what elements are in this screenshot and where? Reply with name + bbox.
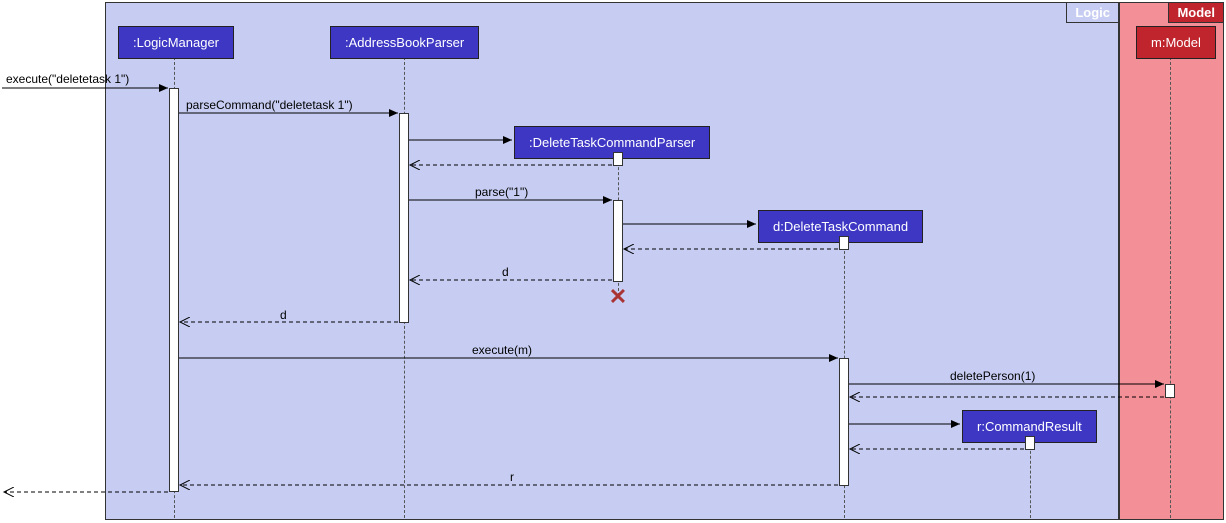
msg-execute-deletetask: execute("deletetask 1") bbox=[6, 72, 129, 86]
participant-model: m:Model bbox=[1136, 26, 1216, 59]
lifeline-model bbox=[1170, 52, 1171, 518]
msg-return-r: r bbox=[510, 470, 514, 484]
msg-return-d2: d bbox=[280, 308, 287, 322]
activation-dtc-2 bbox=[839, 358, 849, 486]
activation-dtcp-2 bbox=[613, 200, 623, 282]
msg-parse: parse("1") bbox=[475, 185, 528, 199]
activation-logicmanager bbox=[169, 88, 179, 492]
activation-cr bbox=[1025, 436, 1035, 450]
logic-frame-label: Logic bbox=[1066, 3, 1118, 23]
activation-addressbookparser bbox=[399, 113, 409, 323]
msg-execute-m: execute(m) bbox=[472, 343, 532, 357]
participant-logicmanager: :LogicManager bbox=[118, 26, 234, 59]
msg-parsecommand: parseCommand("deletetask 1") bbox=[186, 98, 353, 112]
activation-dtcp-1 bbox=[613, 152, 623, 166]
model-frame: Model bbox=[1119, 2, 1224, 520]
activation-model bbox=[1165, 384, 1175, 398]
participant-addressbookparser: :AddressBookParser bbox=[330, 26, 479, 59]
msg-deleteperson: deletePerson(1) bbox=[950, 369, 1035, 383]
activation-dtc-1 bbox=[839, 236, 849, 250]
msg-return-d1: d bbox=[502, 265, 509, 279]
model-frame-label: Model bbox=[1168, 3, 1223, 23]
destroy-icon: ✕ bbox=[609, 284, 627, 310]
